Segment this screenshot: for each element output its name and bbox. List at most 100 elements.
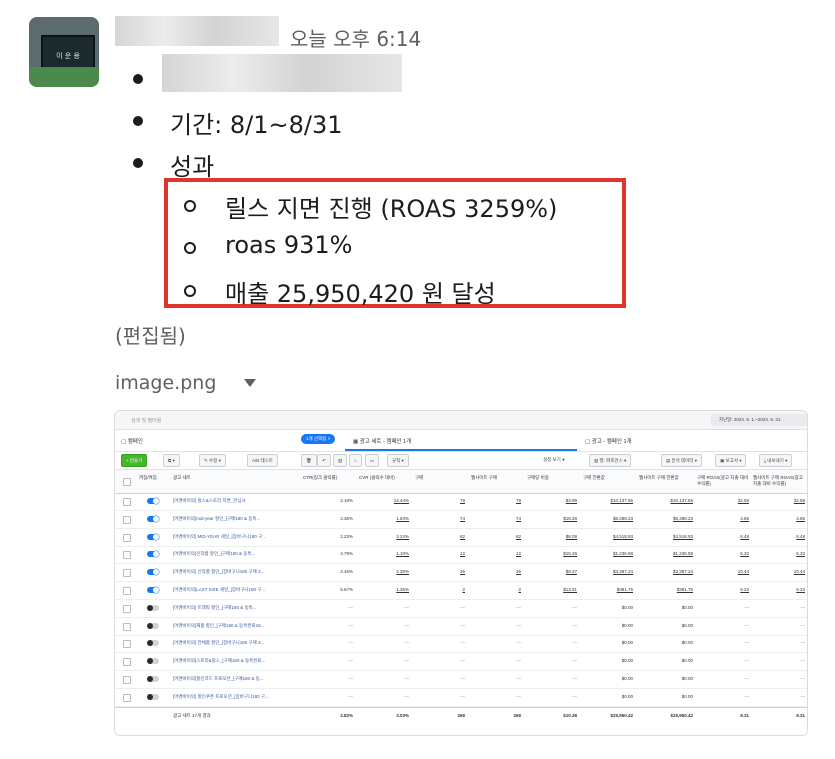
tab-adset[interactable]: ▦ 광고 세트 - 캠페인 1개 xyxy=(353,437,411,445)
cvr-cell: — xyxy=(404,676,410,681)
export-button[interactable]: ⤓ 내보내기 ▾ xyxy=(759,454,793,467)
row-checkbox[interactable] xyxy=(123,693,131,702)
table-row[interactable]: [어맨바이의]스토리&릴스_[구매180 & 동특완료... — — — — — $0.00… xyxy=(115,653,807,672)
adset-name-link[interactable]: [어맨바이의] 신작품 할인_[장바구니180 구매 3... xyxy=(173,569,291,575)
status-toggle[interactable] xyxy=(147,640,159,647)
row-checkbox[interactable] xyxy=(123,569,131,578)
status-toggle[interactable] xyxy=(147,693,159,700)
sender-name-redacted[interactable] xyxy=(115,16,279,46)
status-toggle[interactable] xyxy=(147,622,159,629)
bullet-dot xyxy=(133,158,143,168)
table-row[interactable]: [어맨바이의]재품 할인_[구매180 & 동특완료18... — — — — — $0.0… xyxy=(115,618,807,636)
status-toggle[interactable] xyxy=(147,569,159,576)
create-button[interactable]: + 만들기 xyxy=(121,454,148,467)
message-timestamp[interactable]: 오늘 오후 6:14 xyxy=(290,23,421,52)
selected-pill[interactable]: 1개 선택됨 × xyxy=(301,434,336,444)
date-range-picker[interactable]: 지난달: 2024. 8. 1.~2024. 8. 31. xyxy=(711,414,807,426)
row-checkbox[interactable] xyxy=(123,622,131,631)
search-filter-input[interactable]: 검색 및 필터링 xyxy=(131,417,161,424)
status-toggle[interactable] xyxy=(147,515,159,522)
column-header[interactable]: CVR (클릭수 대비) xyxy=(359,475,409,481)
adset-name-link[interactable]: [어맨바이의]LAST SIZE 세일_[장바구니180 구... xyxy=(173,587,291,593)
tab-ad[interactable]: ▢ 광고 - 캠페인 1개 xyxy=(585,437,632,445)
edited-label: (편집됨) xyxy=(115,324,186,348)
row-checkbox[interactable] xyxy=(123,658,131,667)
tab-campaign[interactable]: ▢ 캠페인 xyxy=(121,437,143,445)
attachment-filename[interactable]: image.png xyxy=(115,372,216,394)
status-toggle[interactable] xyxy=(147,498,159,504)
row-checkbox[interactable] xyxy=(123,604,131,613)
column-header[interactable]: 웹사이트 구매 xyxy=(471,475,521,481)
column-header[interactable]: 구매 전환값 xyxy=(583,475,633,481)
table-row[interactable]: [어맨바이의] MID-YEAR 세일_[장바구니180 구... 2.23% 3.… xyxy=(115,529,807,547)
purchases-cell: 35 xyxy=(459,569,465,575)
status-toggle[interactable] xyxy=(147,604,159,611)
column-header[interactable]: 구매 ROAS(광고 지출 대비 수익률) xyxy=(697,475,749,487)
status-toggle[interactable] xyxy=(147,676,159,682)
status-toggle[interactable] xyxy=(147,533,159,540)
adset-name-link[interactable]: [어맨바이의] 할인쿠폰 프로모션_[장바구니180 구... xyxy=(173,694,291,700)
row-checkbox[interactable] xyxy=(123,640,131,649)
table-row[interactable]: [어맨바이의] 전체품 할인_[장바구니180 구매 3... — — — — — $0.0… xyxy=(115,635,807,654)
rules-button[interactable]: 규칙 ▾ xyxy=(387,454,409,467)
table-row[interactable]: [어맨바이의] 할인쿠폰 프로모션_[장바구니180 구... — — — — — $0.0… xyxy=(115,689,807,707)
adset-name-link[interactable]: [어맨바이의] 전체품 할인_[장바구니180 구매 3... xyxy=(173,640,291,646)
table-row[interactable]: [어맨바이의] 신작품 할인_[장바구니180 구매 3... 4.45% 2.30… xyxy=(115,564,807,583)
ctr-cell: 2.23% xyxy=(340,533,353,539)
total-roas: 9.31 xyxy=(740,713,749,718)
column-header[interactable]: 구매 xyxy=(415,475,423,481)
table-row[interactable]: [어맨바이의]mid-year 할인_[구매180 & 동특... 3.36% 1.… xyxy=(115,511,807,529)
table-row[interactable]: [어맨바이의] 트래픽 할인_[구매180 & 동특... — — — — — $0.00 $… xyxy=(115,600,807,618)
table-row[interactable]: [어맨바이의]신작품 할인_[구매180 & 동특... 4.79% 1.10% 12… xyxy=(115,546,807,565)
column-header[interactable]: 구매당 비용 xyxy=(527,475,577,481)
column-header[interactable]: CTR(링크 클릭률) xyxy=(303,475,355,481)
column-header[interactable]: 웹사이트 구매 전환값 xyxy=(639,475,693,481)
status-toggle[interactable] xyxy=(147,587,159,593)
table-row[interactable]: [어맨바이의] 릴스&스토리 지면_관심사 2.18% 14.44% 78 78 $3.9… xyxy=(115,493,807,511)
web-roas-cell: — xyxy=(800,622,806,628)
adset-name-link[interactable]: [어맨바이의]재품 할인_[구매180 & 동특완료18... xyxy=(173,623,291,629)
column-header[interactable]: 광고 세트 xyxy=(173,475,191,481)
adset-name-link[interactable]: [어맨바이의] MID-YEAR 세일_[장바구니180 구... xyxy=(173,534,291,540)
edit-button[interactable]: ✎ 수정 ▾ xyxy=(199,454,226,467)
row-checkbox[interactable] xyxy=(123,533,131,542)
row-checkbox[interactable] xyxy=(123,498,131,506)
purchases-cell: 78 xyxy=(459,498,465,503)
cvr-cell: — xyxy=(404,604,410,610)
columns-button[interactable]: ▥ 열: 퍼포먼스 ▾ xyxy=(589,454,632,467)
adset-name-link[interactable]: [어맨바이의] 트래픽 할인_[구매180 & 동특... xyxy=(173,605,291,611)
duplicate-button[interactable]: ⧉ ▾ xyxy=(163,454,180,467)
table-row[interactable]: [어맨바이의]할인코드 프로모션_[구매180 & 동... — — — — — $0.00… xyxy=(115,671,807,689)
bullet-dot xyxy=(133,116,143,126)
row-checkbox[interactable] xyxy=(123,587,131,595)
select-all-checkbox[interactable] xyxy=(123,478,131,486)
adset-name-link[interactable]: [어맨바이의]스토리&릴스_[구매180 & 동특완료... xyxy=(173,658,291,664)
comment-icon[interactable]: ▭ xyxy=(365,454,380,467)
ab-test-button[interactable]: A/B 테스트 xyxy=(247,454,278,467)
row-checkbox[interactable] xyxy=(123,515,131,524)
trash-icon[interactable]: ▥ xyxy=(333,454,348,467)
user-avatar[interactable]: 이 운 용 xyxy=(29,17,99,87)
purchases-cell: 12 xyxy=(459,551,465,557)
status-toggle[interactable] xyxy=(147,658,159,665)
undo-icon[interactable]: ↶ xyxy=(317,454,331,467)
web-roas-cell: — xyxy=(800,604,806,610)
adset-name-link[interactable]: [어맨바이의] 릴스&스토리 지면_관심사 xyxy=(173,498,291,504)
breakdown-button[interactable]: ▤ 분석 데이터 ▾ xyxy=(661,454,702,467)
status-toggle[interactable] xyxy=(147,551,159,558)
adset-name-link[interactable]: [어맨바이의]mid-year 할인_[구매180 & 동특... xyxy=(173,516,291,522)
collapse-caret-icon[interactable] xyxy=(244,379,256,387)
column-header[interactable]: 웹사이트 구매 ROAS(광고 지출 대비 수익률) xyxy=(753,475,805,487)
row-checkbox[interactable] xyxy=(123,676,131,684)
delete-icon[interactable]: 🗑 xyxy=(301,454,317,467)
table-row[interactable]: [어맨바이의]LAST SIZE 세일_[장바구니180 구... 5.67% 1.… xyxy=(115,582,807,600)
attachment-image[interactable]: 검색 및 필터링 지난달: 2024. 8. 1.~2024. 8. 31. ▢… xyxy=(114,410,808,736)
tag-icon[interactable]: ⌂ xyxy=(349,454,362,467)
adset-name-link[interactable]: [어맨바이의]신작품 할인_[구매180 & 동특... xyxy=(173,551,291,557)
settings-view-toggle[interactable]: 설정 보기 ● xyxy=(539,454,569,465)
web-purchases-cell: 74 xyxy=(515,515,521,521)
column-header[interactable]: 꺼짐/켜짐 xyxy=(139,475,161,481)
reports-button[interactable]: ▣ 보고서 ▾ xyxy=(715,454,747,467)
adset-name-link[interactable]: [어맨바이의]할인코드 프로모션_[구매180 & 동... xyxy=(173,676,291,682)
row-checkbox[interactable] xyxy=(123,551,131,560)
